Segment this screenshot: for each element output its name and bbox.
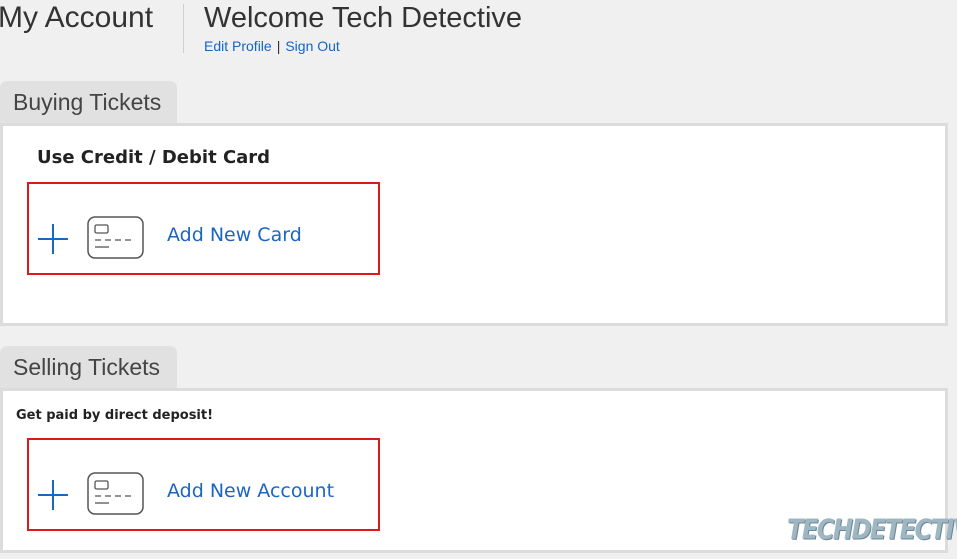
header-divider <box>183 4 184 53</box>
credit-card-icon <box>87 216 144 259</box>
add-new-card-button[interactable]: Add New Card <box>27 182 380 275</box>
add-new-card-label: Add New Card <box>167 224 302 246</box>
edit-profile-link[interactable]: Edit Profile <box>204 38 272 54</box>
add-new-account-label: Add New Account <box>167 480 335 502</box>
profile-links: Edit Profile | Sign Out <box>204 38 340 54</box>
plus-icon <box>38 224 68 254</box>
tab-selling-tickets: Selling Tickets <box>0 346 177 388</box>
plus-icon <box>38 480 68 510</box>
buying-tickets-panel: Use Credit / Debit Card Add New Card <box>0 123 948 326</box>
add-new-account-button[interactable]: Add New Account <box>27 438 380 531</box>
sign-out-link[interactable]: Sign Out <box>285 38 339 54</box>
tab-buying-tickets-label: Buying Tickets <box>13 89 162 115</box>
direct-deposit-heading: Get paid by direct deposit! <box>16 408 214 423</box>
tab-buying-tickets: Buying Tickets <box>0 81 177 123</box>
techdetective-watermark: TECHDETECTIVE <box>787 513 957 546</box>
tab-selling-tickets-label: Selling Tickets <box>13 354 161 380</box>
credit-card-heading: Use Credit / Debit Card <box>37 147 271 168</box>
page-header: My Account Welcome Tech Detective Edit P… <box>0 0 957 60</box>
link-separator: | <box>276 38 281 54</box>
bank-card-icon <box>87 472 144 515</box>
welcome-title: Welcome Tech Detective <box>204 2 523 34</box>
page-title: My Account <box>0 1 154 34</box>
